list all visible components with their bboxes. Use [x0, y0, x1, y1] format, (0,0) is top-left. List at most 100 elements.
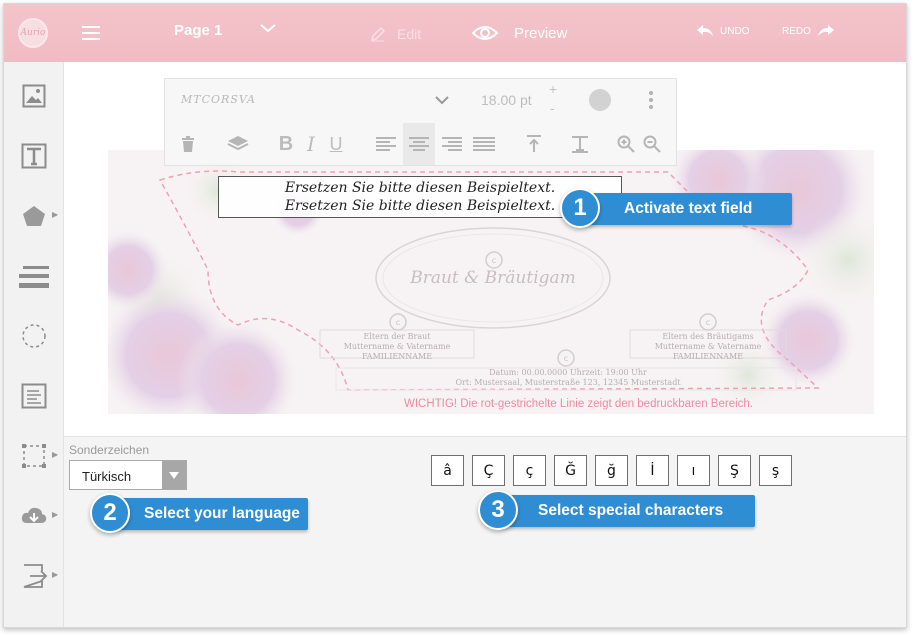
- chevron-down-icon[interactable]: [258, 18, 278, 38]
- edit-button[interactable]: Edit: [369, 24, 421, 44]
- bride-parents-line: Muttername & Vatername: [343, 342, 451, 351]
- align-left-icon: [376, 137, 396, 151]
- step-number-badge: 3: [478, 490, 518, 530]
- callout-activate-text-field: 1 Activate text field: [560, 188, 792, 228]
- undo-label: UNDO: [720, 25, 750, 37]
- callout-label: Activate text field: [624, 200, 753, 217]
- align-right-button[interactable]: [437, 123, 467, 165]
- design-canvas: MTCORSVA 18.00 pt + - B I U c c c c Erse…: [64, 62, 906, 437]
- layers-icon: [227, 136, 249, 151]
- align-center-button[interactable]: [403, 123, 435, 165]
- zoom-out-button[interactable]: [641, 123, 663, 165]
- logo-text: Aurio: [20, 28, 46, 38]
- trash-icon: [182, 136, 194, 152]
- editor-window: Aurio Page 1 Edit Preview UNDO REDO ▶ ▶ …: [3, 3, 907, 628]
- cloud-download-icon: [21, 507, 47, 523]
- font-size-input[interactable]: 18.00 pt: [481, 92, 532, 108]
- invitation-card[interactable]: c c c c Ersetzen Sie bitte diesen Beispiel…: [108, 150, 874, 414]
- language-select[interactable]: Türkisch: [69, 460, 187, 490]
- brand-logo[interactable]: Aurio: [18, 18, 48, 48]
- sidebar-item-shapes[interactable]: ▶: [4, 194, 64, 238]
- page-selector-label[interactable]: Page 1: [174, 22, 222, 39]
- groom-parents-line: Eltern des Bräutigams: [662, 332, 754, 341]
- callout-select-language: 2 Select your language: [90, 493, 308, 533]
- exit-icon: [23, 564, 48, 588]
- align-right-icon: [442, 137, 462, 151]
- bride-parents-text[interactable]: Eltern der Braut Muttername & Vatername …: [320, 332, 474, 362]
- char-button[interactable]: Ş: [718, 455, 751, 486]
- char-button[interactable]: ç: [513, 455, 546, 486]
- preview-button[interactable]: Preview: [472, 22, 567, 44]
- layers-button[interactable]: [223, 123, 253, 165]
- zoom-out-icon: [643, 135, 661, 153]
- svg-text:c: c: [706, 318, 710, 327]
- zoom-in-icon: [617, 135, 635, 153]
- submenu-arrow-icon: ▶: [52, 510, 59, 519]
- bride-parents-line: Eltern der Braut: [363, 332, 431, 341]
- char-button[interactable]: İ: [636, 455, 669, 486]
- font-family-select[interactable]: MTCORSVA: [181, 93, 256, 106]
- callout-label: Select your language: [144, 505, 300, 522]
- sidebar-item-lines[interactable]: [4, 254, 64, 298]
- char-button[interactable]: Ğ: [554, 455, 587, 486]
- image-icon: [22, 84, 46, 108]
- callout-select-special-characters: 3 Select special characters: [478, 490, 755, 530]
- char-button[interactable]: ğ: [595, 455, 628, 486]
- text-size-icon: [572, 136, 588, 153]
- groom-parents-line: FAMILIENNAME: [672, 352, 744, 361]
- top-bar: Aurio Page 1 Edit Preview UNDO REDO: [4, 4, 906, 62]
- edit-label: Edit: [397, 26, 422, 42]
- circle-frame-icon: [22, 324, 46, 348]
- submenu-arrow-icon: ▶: [52, 210, 59, 219]
- text-size-button[interactable]: [567, 123, 593, 165]
- undo-button[interactable]: UNDO: [696, 24, 749, 38]
- char-button[interactable]: Ç: [472, 455, 505, 486]
- sidebar-item-frame[interactable]: [4, 314, 64, 358]
- text-color-picker[interactable]: [589, 89, 611, 111]
- align-center-icon: [409, 137, 429, 151]
- align-justify-button[interactable]: [469, 123, 499, 165]
- sidebar-item-image[interactable]: [4, 74, 64, 118]
- text-icon: [21, 143, 47, 169]
- event-line: Datum: 00.00.0000 Uhrzeit: 19:00 Uhr: [489, 368, 647, 377]
- sidebar-item-textblock[interactable]: [4, 374, 64, 418]
- chevron-down-icon[interactable]: [433, 91, 451, 114]
- sidebar-item-download[interactable]: ▶: [4, 494, 64, 538]
- eye-icon: [472, 26, 498, 40]
- sidebar-item-text[interactable]: [4, 134, 64, 178]
- char-button[interactable]: ı: [677, 455, 710, 486]
- bold-button[interactable]: B: [275, 123, 297, 165]
- sidebar-item-selection[interactable]: ▶: [4, 434, 64, 478]
- event-details-text[interactable]: Datum: 00.00.0000 Uhrzeit: 19:00 Uhr Ort…: [408, 368, 728, 388]
- redo-button[interactable]: REDO: [782, 24, 835, 38]
- dropdown-arrow-icon[interactable]: [162, 461, 186, 489]
- font-size-unit: pt: [519, 92, 532, 108]
- tool-sidebar: ▶ ▶ ▶ ▶: [4, 62, 64, 627]
- pencil-icon: [370, 26, 386, 42]
- submenu-arrow-icon: ▶: [52, 570, 59, 579]
- font-size-value: 18.00: [481, 92, 517, 108]
- font-size-increase-button[interactable]: +: [549, 81, 557, 97]
- groom-parents-line: Muttername & Vatername: [654, 342, 762, 351]
- delete-button[interactable]: [175, 123, 201, 165]
- char-button[interactable]: â: [431, 455, 464, 486]
- lines-icon: [19, 266, 49, 288]
- more-options-icon[interactable]: [649, 91, 655, 111]
- groom-parents-text[interactable]: Eltern des Bräutigams Muttername & Vater…: [630, 332, 786, 362]
- event-line: Ort: Mustersaal, Musterstraße 123, 12345…: [455, 378, 681, 387]
- hamburger-menu-icon[interactable]: [82, 24, 102, 42]
- vertical-align-top-button[interactable]: [521, 123, 547, 165]
- special-characters-label: Sonderzeichen: [69, 443, 150, 457]
- zoom-in-button[interactable]: [615, 123, 637, 165]
- align-left-button[interactable]: [371, 123, 401, 165]
- underline-button[interactable]: U: [325, 123, 347, 165]
- italic-button[interactable]: I: [301, 123, 321, 165]
- sidebar-item-exit[interactable]: ▶: [4, 554, 64, 598]
- couple-title-text[interactable]: Braut & Bräutigam: [378, 268, 608, 288]
- font-size-decrease-button[interactable]: -: [550, 100, 555, 116]
- char-button[interactable]: ş: [759, 455, 792, 486]
- printable-area-warning: WICHTIG! Die rot-gestrichelte Linie zeig…: [404, 398, 753, 410]
- svg-text:c: c: [396, 318, 400, 327]
- callout-label: Select special characters: [538, 502, 724, 519]
- align-justify-icon: [473, 137, 495, 151]
